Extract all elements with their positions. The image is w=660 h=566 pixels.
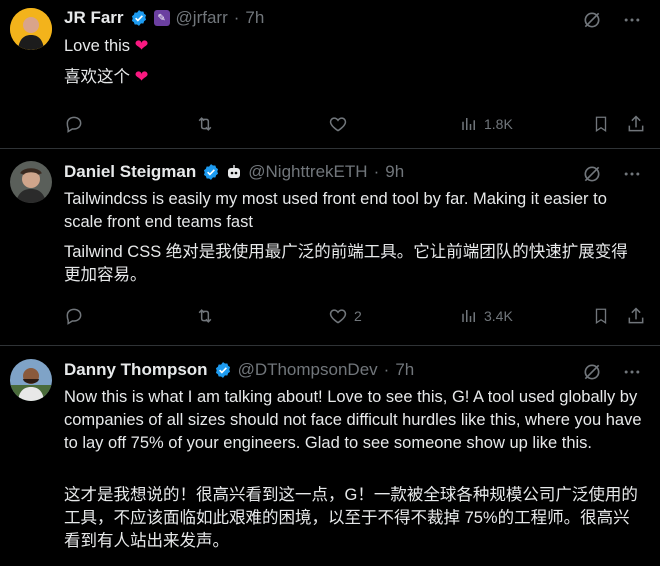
like-count: 2 [354,308,362,324]
reply-icon [66,116,82,133]
action-bar: 1.8K [64,113,646,135]
bookmark-icon [595,308,607,325]
tweet-danielsteigman[interactable]: Daniel Steigman @NighttrekETH · 9h Tailw… [0,149,660,346]
author-name[interactable]: Daniel Steigman [64,162,196,182]
tweet-header: JR Farr ✎ @jrfarr · 7h [64,8,264,28]
author-name[interactable]: JR Farr [64,8,124,28]
repost-icon [198,117,212,131]
like-button[interactable]: 2 [328,306,362,326]
repost-button[interactable] [194,306,216,326]
verified-badge-icon [214,361,232,379]
timestamp[interactable]: 7h [395,360,414,380]
share-icon [628,115,644,132]
reply-icon [66,308,82,325]
view-count: 1.8K [484,116,513,132]
separator-dot: · [233,8,240,27]
tweet-jrfarr[interactable]: JR Farr ✎ @jrfarr · 7h Love this ❤ 喜欢这个 … [0,0,660,149]
more-options-icon[interactable] [622,362,642,382]
tweet-text-zh: 这才是我想说的！很高兴看到这一点，G！一款被全球各种规模公司广泛使用的工具，不应… [64,486,638,550]
tweet-dannythompson[interactable]: Danny Thompson @DThompsonDev · 7h Now th… [0,346,660,566]
views-icon [462,118,475,130]
tweet-top-actions [582,362,642,382]
author-handle[interactable]: @NighttrekETH [248,162,367,182]
author-name[interactable]: Danny Thompson [64,360,208,380]
tweet-text-zh: Tailwind CSS 绝对是我使用最广泛的前端工具。它让前端团队的快速扩展变… [64,243,628,284]
share-icon [628,307,644,324]
views-button[interactable]: 3.4K [460,307,513,325]
timestamp[interactable]: 7h [245,8,264,28]
heart-emoji-icon: ❤ [134,68,149,86]
verified-badge-icon [130,9,148,27]
avatar[interactable] [10,359,52,401]
grok-icon[interactable] [582,362,602,382]
bookmark-button[interactable] [592,114,610,134]
share-button[interactable] [626,114,646,134]
separator-dot: · [383,360,390,379]
verified-badge-icon [202,163,220,181]
reply-button[interactable] [64,114,84,134]
tweet-header: Daniel Steigman @NighttrekETH · 9h [64,162,404,182]
grok-icon[interactable] [582,10,602,30]
tweet-text: Love this ❤ [64,35,642,58]
tweet-header: Danny Thompson @DThompsonDev · 7h [64,360,414,380]
author-handle[interactable]: @jrfarr [176,8,228,28]
like-icon [329,309,347,324]
like-button[interactable] [328,114,354,134]
avatar[interactable] [10,161,52,203]
tweet-translation: 喜欢这个 ❤ [64,66,642,89]
views-button[interactable]: 1.8K [460,115,513,133]
heart-emoji-icon: ❤ [134,37,149,55]
bookmark-icon [595,116,607,133]
avatar[interactable] [10,8,52,50]
affiliate-badge-icon: ✎ [153,10,170,26]
action-bar: 2 3.4K [64,305,646,327]
robot-badge-icon [226,164,242,180]
like-icon [329,117,347,132]
more-options-icon[interactable] [622,10,642,30]
bookmark-button[interactable] [592,306,610,326]
timestamp[interactable]: 9h [385,162,404,182]
separator-dot: · [373,162,380,181]
view-count: 3.4K [484,308,513,324]
views-icon [462,310,475,322]
tweet-text-zh: 喜欢这个 [64,68,130,86]
more-options-icon[interactable] [622,164,642,184]
share-button[interactable] [626,306,646,326]
tweet-text-en: Now this is what I am talking about! Lov… [64,388,642,452]
tweet-top-actions [582,164,642,184]
tweet-top-actions [582,10,642,30]
repost-button[interactable] [194,114,216,134]
tweet-text-en: Tailwindcss is easily my most used front… [64,190,607,231]
reply-button[interactable] [64,306,84,326]
tweet-text-en: Love this [64,37,131,55]
repost-icon [198,309,212,323]
grok-icon[interactable] [582,164,602,184]
author-handle[interactable]: @DThompsonDev [238,360,378,380]
